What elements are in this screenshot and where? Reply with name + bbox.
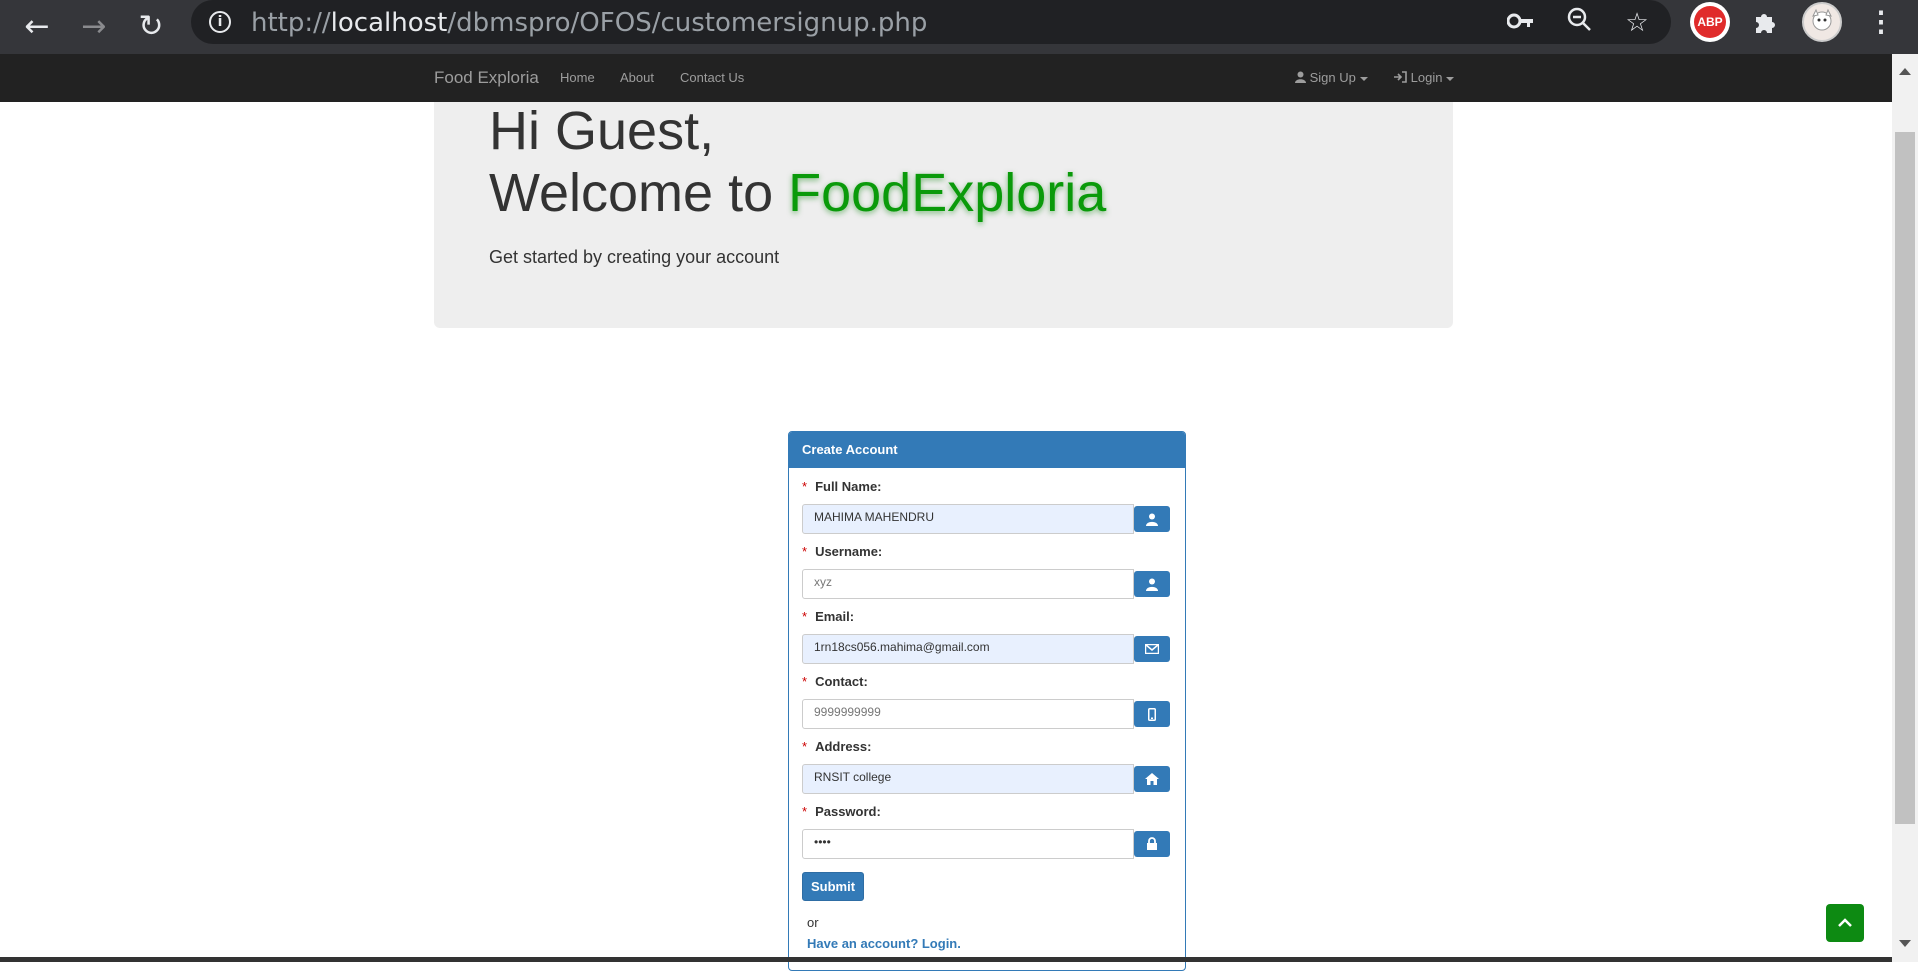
user-icon — [1134, 571, 1170, 597]
create-account-panel: Create Account * Full Name: MAHIMA MAHEND… — [788, 431, 1186, 971]
panel-heading: Create Account — [789, 432, 1185, 468]
nav-home[interactable]: Home — [560, 70, 595, 85]
nav-login-dropdown[interactable]: Login — [1394, 70, 1455, 85]
site-info-icon[interactable]: i — [209, 11, 231, 33]
username-input[interactable]: xyz — [802, 569, 1134, 599]
browser-toolbar: ← → ↻ i http://localhost/dbmspro/OFOS/cu… — [0, 0, 1918, 54]
page-scrollbar[interactable] — [1892, 54, 1918, 962]
email-group: * Email: 1rn18cs056.mahima@gmail.com — [802, 609, 1170, 664]
welcome-jumbotron: Hi Guest, Welcome to FoodExploria Get st… — [434, 100, 1453, 328]
scrollbar-thumb[interactable] — [1895, 132, 1915, 824]
zoom-out-icon[interactable] — [1562, 6, 1596, 40]
forward-arrow-icon[interactable]: → — [74, 8, 114, 46]
browser-menu-icon[interactable]: ⋮ — [1866, 4, 1896, 40]
bottom-edge — [0, 957, 1892, 962]
lock-icon — [1134, 831, 1170, 857]
username-label: * Username: — [802, 544, 883, 559]
extensions-puzzle-icon[interactable] — [1746, 2, 1786, 42]
scroll-down-arrow-icon[interactable] — [1899, 940, 1911, 947]
scroll-to-top-button[interactable] — [1826, 904, 1864, 942]
bookmark-star-icon[interactable]: ☆ — [1620, 6, 1654, 40]
or-separator: or — [807, 915, 819, 930]
email-input[interactable]: 1rn18cs056.mahima@gmail.com — [802, 634, 1134, 664]
contact-group: * Contact: 9999999999 — [802, 674, 1170, 729]
full-name-label: * Full Name: — [802, 479, 882, 494]
phone-icon — [1134, 701, 1170, 727]
nav-about[interactable]: About — [620, 70, 654, 85]
caret-down-icon — [1446, 76, 1455, 81]
welcome-subtitle: Get started by creating your account — [489, 247, 780, 267]
nav-contact-us[interactable]: Contact Us — [680, 70, 744, 85]
username-group: * Username: xyz — [802, 544, 1170, 599]
address-label: * Address: — [802, 739, 872, 754]
password-group: * Password: •••• — [802, 804, 1170, 859]
password-input[interactable]: •••• — [802, 829, 1134, 859]
address-bar[interactable]: i http://localhost/dbmspro/OFOS/customer… — [191, 0, 1671, 44]
greeting-line: Hi Guest, — [489, 101, 715, 161]
email-label: * Email: — [802, 609, 855, 624]
chevron-up-icon — [1838, 918, 1852, 927]
home-icon — [1134, 766, 1170, 792]
address-group: * Address: RNSIT college — [802, 739, 1170, 794]
password-label: * Password: — [802, 804, 881, 819]
full-name-input[interactable]: MAHIMA MAHENDRU — [802, 504, 1134, 534]
welcome-prefix: Welcome to — [489, 163, 789, 223]
submit-button[interactable]: Submit — [802, 872, 864, 901]
back-arrow-icon[interactable]: ← — [17, 8, 57, 46]
adblock-plus-icon[interactable]: ABP — [1690, 2, 1730, 42]
key-icon[interactable] — [1504, 6, 1538, 40]
login-icon — [1394, 71, 1407, 83]
user-icon — [1134, 506, 1170, 532]
signup-label: Sign Up — [1309, 70, 1356, 85]
scroll-up-arrow-icon[interactable] — [1899, 68, 1911, 75]
welcome-heading: Hi Guest, Welcome to FoodExploria — [489, 100, 1106, 224]
nav-signup-dropdown[interactable]: Sign Up — [1295, 70, 1368, 85]
login-label: Login — [1410, 70, 1443, 85]
caret-down-icon — [1359, 76, 1368, 81]
brand-name-highlight: FoodExploria — [788, 163, 1107, 223]
full-name-group: * Full Name: MAHIMA MAHENDRU — [802, 479, 1170, 534]
navbar-brand[interactable]: Food Exploria — [434, 68, 539, 88]
user-icon — [1295, 71, 1306, 83]
login-link[interactable]: Have an account? Login. — [807, 936, 961, 951]
profile-avatar[interactable] — [1802, 2, 1842, 42]
reload-icon[interactable]: ↻ — [131, 8, 171, 46]
envelope-icon — [1134, 636, 1170, 662]
contact-input[interactable]: 9999999999 — [802, 699, 1134, 729]
address-input[interactable]: RNSIT college — [802, 764, 1134, 794]
contact-label: * Contact: — [802, 674, 868, 689]
url-text[interactable]: http://localhost/dbmspro/OFOS/customersi… — [251, 8, 927, 38]
site-navbar: Food Exploria Home About Contact Us Sign… — [0, 54, 1892, 102]
